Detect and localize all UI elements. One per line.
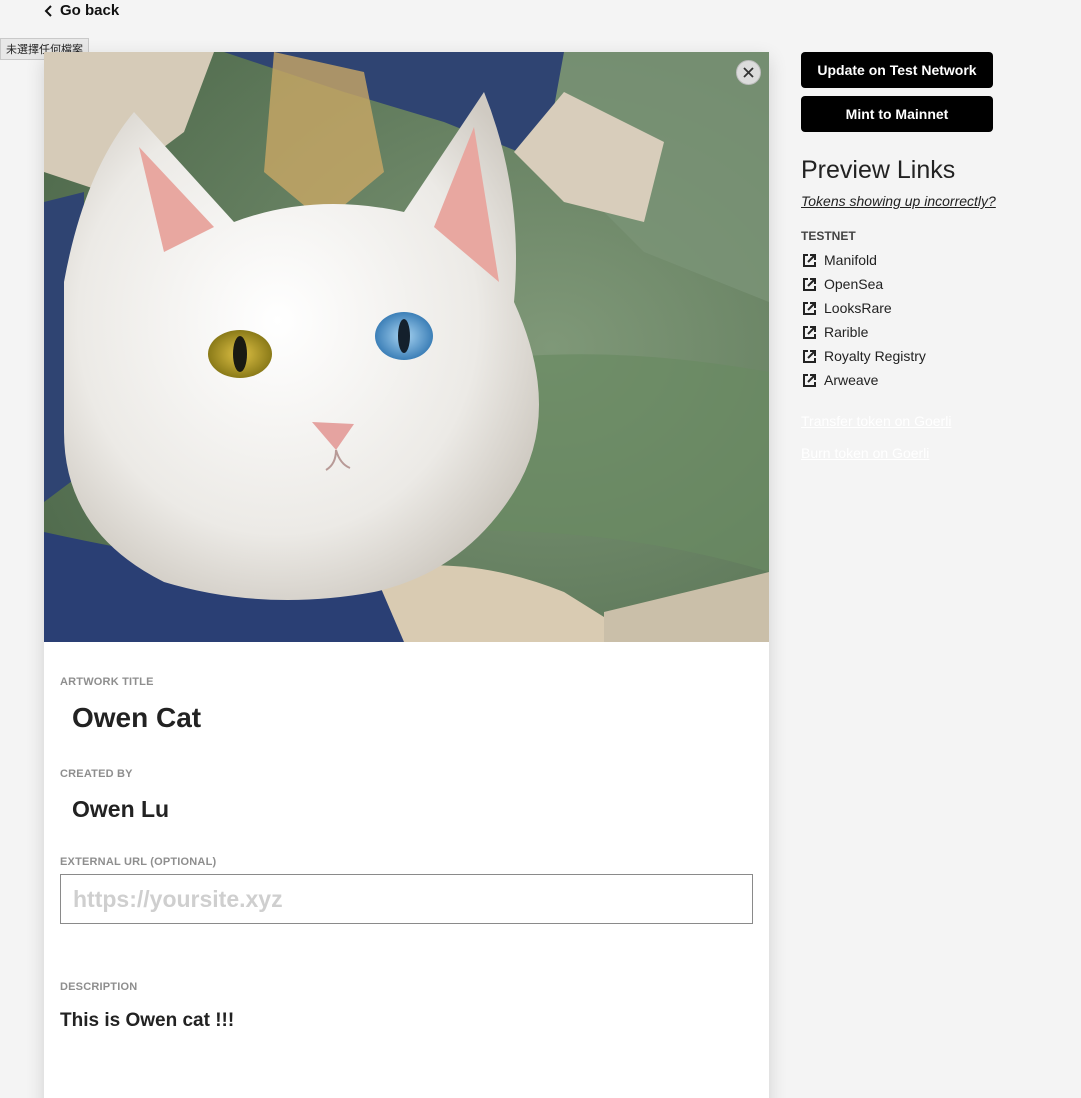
remove-artwork-button[interactable]: [736, 60, 761, 85]
artwork-title-label: ARTWORK TITLE: [60, 676, 154, 688]
preview-link-label: Royalty Registry: [824, 348, 926, 364]
preview-link-label: Rarible: [824, 324, 869, 340]
testnet-section-label: TESTNET: [801, 229, 856, 243]
transfer-token-link[interactable]: Transfer token on Goerli: [801, 413, 951, 429]
mint-page: Go back 未選擇任何檔案 ARTWORK TITLE Owen Cat C…: [0, 0, 1081, 1098]
update-test-network-button[interactable]: Update on Test Network: [801, 52, 993, 88]
artwork-card: ARTWORK TITLE Owen Cat CREATED BY Owen L…: [44, 52, 769, 1098]
external-link-icon: [803, 277, 816, 291]
preview-link-label: OpenSea: [824, 276, 884, 292]
description-label: DESCRIPTION: [60, 981, 138, 993]
created-by-label: CREATED BY: [60, 768, 133, 780]
preview-link-label: LooksRare: [824, 300, 892, 316]
description-value[interactable]: This is Owen cat !!!: [60, 1010, 234, 1032]
cat-illustration: [44, 52, 769, 642]
go-back-link[interactable]: Go back: [44, 2, 119, 19]
preview-link-label: Arweave: [824, 372, 879, 388]
preview-link-label: Manifold: [824, 252, 877, 268]
external-link-icon: [803, 373, 816, 387]
preview-link-royalty-registry[interactable]: Royalty Registry: [802, 344, 926, 368]
mint-mainnet-button[interactable]: Mint to Mainnet: [801, 96, 993, 132]
created-by-value[interactable]: Owen Lu: [72, 796, 169, 823]
external-url-label: EXTERNAL URL (OPTIONAL): [60, 856, 217, 868]
tokens-incorrect-link[interactable]: Tokens showing up incorrectly?: [801, 193, 996, 209]
close-icon: [743, 67, 754, 78]
external-link-icon: [803, 325, 816, 339]
preview-link-opensea[interactable]: OpenSea: [802, 272, 926, 296]
chevron-left-icon: [44, 4, 52, 17]
go-back-label: Go back: [60, 2, 120, 19]
external-link-icon: [803, 349, 816, 363]
preview-link-manifold[interactable]: Manifold: [802, 248, 926, 272]
burn-token-link[interactable]: Burn token on Goerli: [801, 445, 929, 461]
external-url-input[interactable]: [60, 874, 753, 924]
preview-link-arweave[interactable]: Arweave: [802, 368, 926, 392]
external-link-icon: [803, 301, 816, 315]
preview-links-heading: Preview Links: [801, 156, 956, 184]
artwork-title-value[interactable]: Owen Cat: [72, 702, 201, 734]
preview-link-looksrare[interactable]: LooksRare: [802, 296, 926, 320]
artwork-image[interactable]: [44, 52, 769, 642]
external-link-icon: [803, 253, 816, 267]
preview-links-list: Manifold OpenSea LooksRare Rarible Royal…: [802, 248, 926, 392]
preview-link-rarible[interactable]: Rarible: [802, 320, 926, 344]
